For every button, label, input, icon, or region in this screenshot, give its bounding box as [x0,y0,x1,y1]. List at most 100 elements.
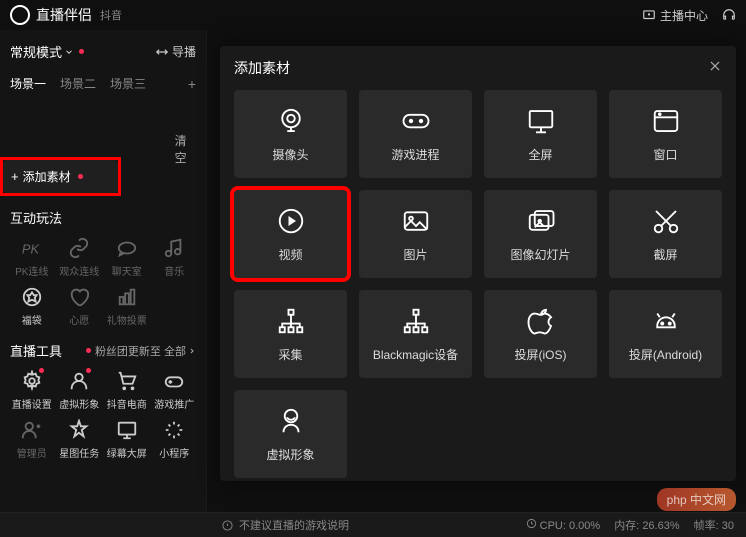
tool-admin[interactable]: 管理员 [10,417,54,462]
source-window[interactable]: 窗口 [609,90,722,178]
sidebar: 常规模式 导播 场景一 场景二 场景三 + + 添加素材 清 [0,30,207,512]
admin-icon [21,419,43,441]
interaction-audience[interactable]: 观众连线 [58,235,102,280]
cpu-stat: CPU: 0.00% [526,518,601,532]
camera-icon [276,106,306,136]
source-blackmagic-label: Blackmagic设备 [373,346,458,363]
interaction-music[interactable]: 音乐 [153,235,197,280]
fans-update-link[interactable]: 粉丝团更新至 全部 [86,343,196,359]
interaction-pk[interactable]: PK PK连线 [10,235,54,280]
source-window-label: 窗口 [653,146,677,163]
gamepad-icon [163,370,185,392]
source-ios[interactable]: 投屏(iOS) [484,290,597,378]
modal-close-button[interactable] [708,59,722,78]
interaction-vote-label: 礼物投票 [107,312,147,327]
source-virtual[interactable]: 虚拟形象 [234,390,347,478]
gamepad-round-icon [401,106,431,136]
slideshow-icon [526,206,556,236]
window-icon [651,106,681,136]
scene-add-button[interactable]: + [188,76,196,92]
source-video[interactable]: 视频 [234,190,347,278]
swap-icon [155,45,169,59]
interaction-title: 互动玩法 [10,208,196,227]
tool-ecommerce-label: 抖音电商 [107,396,147,411]
badge-icon [21,286,43,308]
add-source-button[interactable]: + 添加素材 [3,160,118,193]
mem-stat: 内存: 26.63% [614,517,679,533]
mem-label: 内存: [614,520,639,532]
play-icon [276,206,306,236]
source-capture[interactable]: 采集 [234,290,347,378]
source-blackmagic[interactable]: Blackmagic设备 [359,290,472,378]
source-image[interactable]: 图片 [359,190,472,278]
tool-avatar[interactable]: 虚拟形象 [58,368,102,413]
tool-game-promo[interactable]: 游戏推广 [153,368,197,413]
close-icon [708,59,722,73]
source-android[interactable]: 投屏(Android) [609,290,722,378]
apple-icon [526,306,556,336]
heart-icon [68,286,90,308]
mode-row: 常规模式 导播 [10,38,196,65]
image-icon [401,206,431,236]
tool-live-settings[interactable]: 直播设置 [10,368,54,413]
tool-ecommerce[interactable]: 抖音电商 [105,368,149,413]
star-task-icon [68,419,90,441]
interaction-chat[interactable]: 聊天室 [105,235,149,280]
tree-icon [276,306,306,336]
add-source-dot-icon [78,174,83,179]
app-subtitle: 抖音 [100,7,122,23]
source-screenshot[interactable]: 截屏 [609,190,722,278]
cart-icon [116,370,138,392]
tool-miniprogram[interactable]: 小程序 [153,417,197,462]
live-tools-title: 直播工具 [10,341,62,360]
headphones-icon[interactable] [722,8,736,22]
source-camera[interactable]: 摄像头 [234,90,347,178]
import-button[interactable]: 导播 [155,43,196,60]
gear-icon [21,370,43,392]
scene-tab-1[interactable]: 场景一 [10,75,46,92]
bottombar: 不建议直播的游戏说明 CPU: 0.00% 内存: 26.63% 帧率: 30 [0,512,746,537]
app-title: 直播伴侣 [36,5,92,25]
bottombar-warning[interactable]: 不建议直播的游戏说明 [222,517,349,533]
tool-miniprogram-label: 小程序 [159,445,189,460]
interaction-wish[interactable]: 心愿 [58,284,102,329]
scene-tab-2[interactable]: 场景二 [60,75,96,92]
source-fullscreen[interactable]: 全屏 [484,90,597,178]
mode-selector[interactable]: 常规模式 [10,42,84,61]
source-android-label: 投屏(Android) [629,346,702,363]
source-game[interactable]: 游戏进程 [359,90,472,178]
clear-button[interactable]: 清空 [175,132,196,166]
highlight-box-1: + 添加素材 [0,157,121,196]
source-capture-label: 采集 [278,346,302,363]
source-video-label: 视频 [278,246,302,263]
monitor-icon [526,106,556,136]
source-fullscreen-label: 全屏 [528,146,552,163]
live-tools-grid: 直播设置 虚拟形象 抖音电商 游戏推广 管理员 星图任务 [10,368,196,462]
source-slideshow[interactable]: 图像幻灯片 [484,190,597,278]
add-source-area: + 添加素材 清空 [10,102,196,196]
tool-star-task[interactable]: 星图任务 [58,417,102,462]
warning-text: 不建议直播的游戏说明 [239,517,349,533]
source-grid: 摄像头 游戏进程 全屏 窗口 视频 图片 图像幻灯片 截屏 [234,90,722,478]
clock-icon [526,518,537,529]
interaction-vote[interactable]: 礼物投票 [105,284,149,329]
virtual-icon [276,406,306,436]
interaction-music-label: 音乐 [164,263,184,278]
source-ios-label: 投屏(iOS) [515,346,567,363]
live-tools-header: 直播工具 粉丝团更新至 全部 [10,341,196,360]
watermark: php 中文网 [657,488,736,511]
source-slideshow-label: 图像幻灯片 [510,246,570,263]
add-source-modal: 添加素材 摄像头 游戏进程 全屏 窗口 视频 图片 [220,46,736,481]
android-icon [651,306,681,336]
tool-greenscreen-label: 绿幕大屏 [107,445,147,460]
avatar-icon [68,370,90,392]
interaction-lucky-bag[interactable]: 福袋 [10,284,54,329]
scene-tab-3[interactable]: 场景三 [110,75,146,92]
cpu-label: CPU: [540,520,566,532]
scissors-icon [651,206,681,236]
tool-live-settings-label: 直播设置 [12,396,52,411]
tool-greenscreen[interactable]: 绿幕大屏 [105,417,149,462]
source-image-label: 图片 [403,246,427,263]
host-center-button[interactable]: 主播中心 [642,7,708,24]
interaction-grid: PK PK连线 观众连线 聊天室 音乐 福袋 心愿 [10,235,196,329]
